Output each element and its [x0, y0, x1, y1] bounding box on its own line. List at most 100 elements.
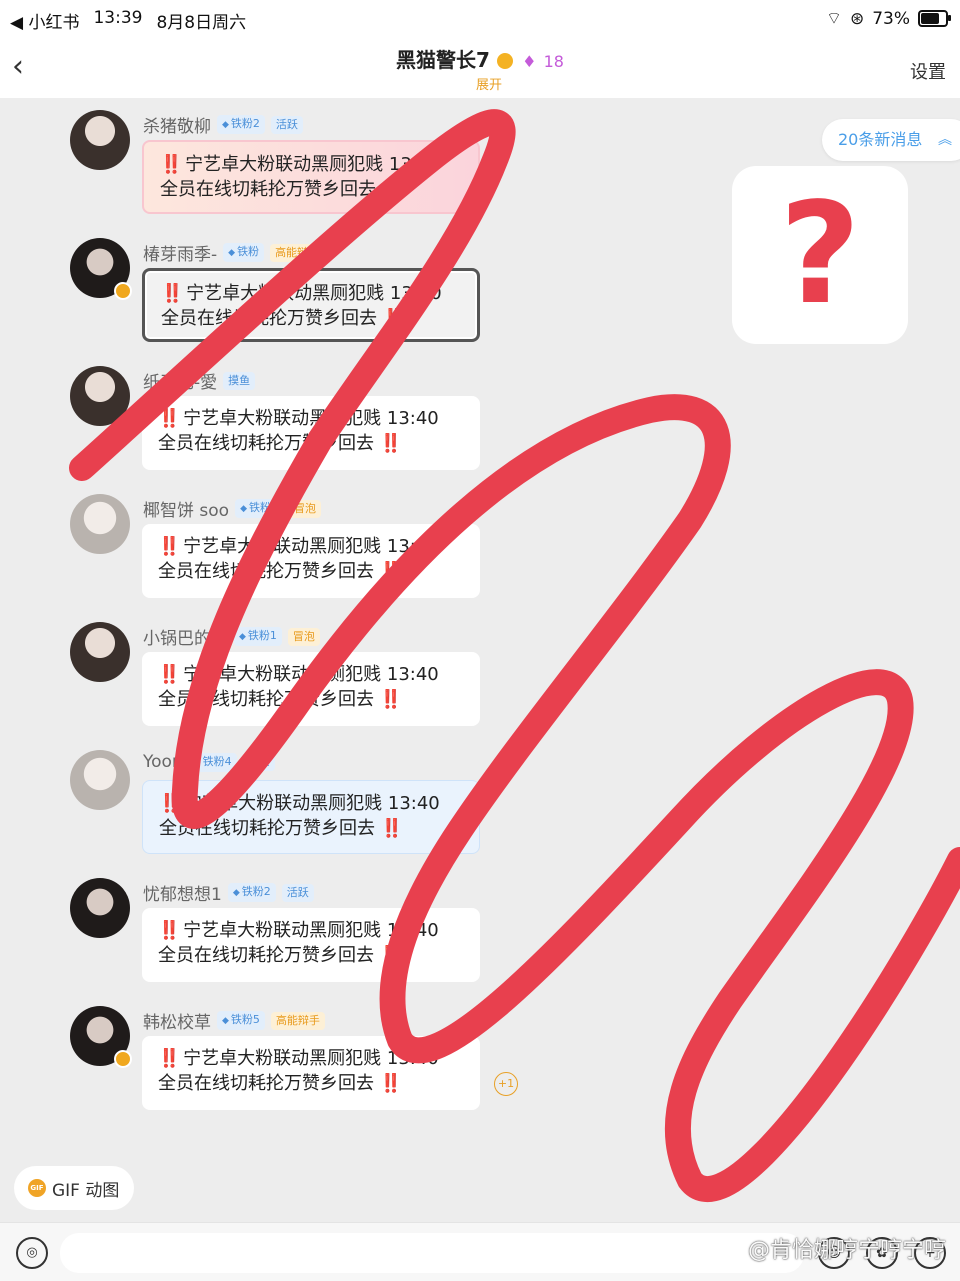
- avatar[interactable]: [70, 622, 130, 682]
- message-row: 纸天见-愛 摸鱼 ‼️ 宁艺卓大粉联动黑厕犯贱 13:40 全员在线切耗抡万赞乡回去 …: [70, 366, 490, 476]
- message-text: 宁艺卓大粉联动黑厕犯贱 13:40: [183, 408, 439, 429]
- sender-info: 椿芽雨季- 铁粉高能辩手: [143, 240, 325, 265]
- message-text: 宁艺卓大粉联动黑厕犯贱 13:40: [186, 283, 442, 304]
- message-bubble[interactable]: ‼️ 宁艺卓大粉联动黑厕犯贱 13:40 全员在线切耗抡万赞乡回去 ‼️: [142, 652, 480, 726]
- message-text: 宁艺卓大粉联动黑厕犯贱 13:40: [185, 154, 441, 175]
- message-text: 宁艺卓大粉联动黑厕犯贱 13:40: [183, 920, 439, 941]
- double-exclamation-icon: ‼️: [379, 689, 402, 710]
- message-text: 宁艺卓大粉联动黑厕犯贱 13:40: [183, 1048, 439, 1069]
- member-tag: 铁粉5: [217, 1011, 265, 1030]
- message-bubble[interactable]: ‼️ 宁艺卓大粉联动黑厕犯贱 13:40 全员在线切耗抡万赞乡回去 ‼️: [142, 908, 480, 982]
- sender-name[interactable]: 杀猪敬柳: [143, 112, 211, 137]
- battery-icon: [918, 10, 951, 27]
- message-text: 全员在线切耗抡万赞乡回去: [161, 308, 377, 329]
- new-messages-button[interactable]: 20条新消息 ︽: [822, 119, 960, 161]
- plus-one-reaction-button[interactable]: +1: [494, 1072, 518, 1096]
- double-exclamation-icon: ‼️: [379, 1073, 402, 1094]
- message-row: 椿芽雨季-铁粉高能辩手‼️ 宁艺卓大粉联动黑厕犯贱 13:40全员在线切耗抡万赞…: [70, 238, 490, 348]
- message-text: 全员在线切耗抡万赞乡回去: [159, 818, 375, 839]
- double-exclamation-icon: ‼️: [159, 793, 181, 814]
- member-tag: 铁粉1: [234, 627, 282, 646]
- group-badge-icon: [497, 53, 514, 69]
- message-text-line: ‼️ 宁艺卓大粉联动黑厕犯贱 13:40: [161, 281, 461, 306]
- message-row: 韩松校草铁粉5高能辩手‼️ 宁艺卓大粉联动黑厕犯贱 13:40全员在线切耗抡万赞…: [70, 1006, 518, 1116]
- avatar[interactable]: [70, 110, 130, 170]
- message-text: 宁艺卓大粉联动黑厕犯贱 13:40: [183, 536, 439, 557]
- message-text-line: ‼️ 宁艺卓大粉联动黑厕犯贱 13:40: [158, 662, 464, 687]
- member-tag: 铁粉: [223, 243, 265, 262]
- sender-name[interactable]: 纸天见-愛: [143, 368, 217, 393]
- voice-icon[interactable]: ◎: [16, 1237, 48, 1269]
- expand-link[interactable]: 展开: [476, 74, 502, 93]
- message-row: Yoon铁粉4摸鱼‼️ 宁艺卓大粉联动黑厕犯贱 13:40全员在线切耗抡万赞乡回…: [70, 750, 490, 860]
- member-count: 18: [543, 52, 564, 71]
- double-exclamation-icon: ‼️: [379, 945, 402, 966]
- double-exclamation-icon: ‼️: [381, 179, 404, 200]
- gif-icon: GIF: [28, 1179, 46, 1197]
- chat-header: ‹ 黑猫警长7 ♦ 18 展开 设置: [0, 38, 960, 98]
- member-tag: 摸鱼: [223, 371, 256, 390]
- sender-name[interactable]: 椰智饼 soo: [143, 496, 229, 521]
- message-text-line: 全员在线切耗抡万赞乡回去 ‼️: [158, 431, 464, 456]
- member-tag: 铁粉2: [217, 115, 265, 134]
- double-exclamation-icon: ‼️: [158, 408, 180, 429]
- avatar[interactable]: [70, 878, 130, 938]
- double-exclamation-icon: ‼️: [158, 1048, 180, 1069]
- back-to-app-link[interactable]: ◀ 小红书: [10, 8, 79, 33]
- double-exclamation-icon: ‼️: [158, 920, 180, 941]
- avatar[interactable]: [70, 494, 130, 554]
- sender-info: Yoon铁粉4 摸鱼: [143, 752, 275, 772]
- message-bubble[interactable]: ‼️ 宁艺卓大粉联动黑厕犯贱 13:40 全员在线切耗抡万赞乡回去 ‼️: [142, 140, 480, 214]
- status-date: 8月8日周六: [156, 13, 247, 33]
- message-text-line: ‼️ 宁艺卓大粉联动黑厕犯贱 13:40: [158, 1046, 464, 1071]
- message-text: 全员在线切耗抡万赞乡回去: [158, 1073, 374, 1094]
- message-input[interactable]: [60, 1233, 804, 1273]
- message-text: 全员在线切耗抡万赞乡回去: [160, 179, 376, 200]
- sender-name[interactable]: Yoon: [143, 752, 183, 772]
- sender-name[interactable]: 小锅巴的围: [143, 624, 228, 649]
- group-title[interactable]: 黑猫警长7: [396, 48, 490, 72]
- member-tag: 高能辩手: [270, 243, 325, 262]
- message-text-line: 全员在线切耗抡万赞乡回去 ‼️: [160, 177, 462, 202]
- sender-info: 椰智饼 soo 铁粉2 冒泡: [143, 496, 321, 521]
- sender-info: 小锅巴的围铁粉1 冒泡: [143, 624, 320, 649]
- member-tag: 摸鱼: [242, 753, 275, 771]
- avatar[interactable]: [70, 366, 130, 426]
- message-row: 小锅巴的围铁粉1冒泡 ‼️ 宁艺卓大粉联动黑厕犯贱 13:40全员在线切耗抡万赞乡…: [70, 622, 490, 732]
- message-text: 宁艺卓大粉联动黑厕犯贱 13:40: [184, 793, 440, 814]
- double-exclamation-icon: ‼️: [380, 818, 403, 839]
- message-text: 全员在线切耗抡万赞乡回去: [158, 689, 374, 710]
- sender-info: 杀猪敬柳铁粉2 活跃: [143, 112, 303, 137]
- message-row: 椰智饼 soo铁粉2冒泡 ‼️ 宁艺卓大粉联动黑厕犯贱 13:40全员在线切耗抡万…: [70, 494, 490, 604]
- sender-name[interactable]: 忧郁想想1: [143, 880, 222, 905]
- gif-button[interactable]: GIF GIF 动图: [14, 1166, 134, 1210]
- message-text-line: ‼️ 宁艺卓大粉联动黑厕犯贱 13:40: [159, 791, 463, 816]
- sender-name[interactable]: 椿芽雨季-: [143, 240, 217, 265]
- message-bubble[interactable]: ‼️ 宁艺卓大粉联动黑厕犯贱 13:40 全员在线切耗抡万赞乡回去 ‼️: [142, 780, 480, 854]
- sender-name[interactable]: 韩松校草: [143, 1008, 211, 1033]
- verified-badge-icon: [114, 282, 132, 300]
- message-text-line: ‼️ 宁艺卓大粉联动黑厕犯贱 13:40: [158, 406, 464, 431]
- chevron-up-icon: ︽: [938, 132, 952, 148]
- message-bubble[interactable]: ‼️ 宁艺卓大粉联动黑厕犯贱 13:40 全员在线切耗抡万赞乡回去 ‼️: [142, 396, 480, 470]
- settings-button[interactable]: 设置: [910, 58, 946, 84]
- sender-info: 忧郁想想1 铁粉2 活跃: [143, 880, 314, 905]
- verified-badge-icon: [114, 1050, 132, 1068]
- orientation-lock-icon: ⊛: [849, 8, 865, 29]
- gif-button-label: GIF 动图: [52, 1180, 120, 1201]
- double-exclamation-icon: ‼️: [382, 308, 405, 329]
- message-text-line: 全员在线切耗抡万赞乡回去 ‼️: [158, 943, 464, 968]
- avatar[interactable]: [70, 750, 130, 810]
- message-bubble[interactable]: ‼️ 宁艺卓大粉联动黑厕犯贱 13:40 全员在线切耗抡万赞乡回去 ‼️: [142, 524, 480, 598]
- double-exclamation-icon: ‼️: [160, 154, 182, 175]
- message-text-line: 全员在线切耗抡万赞乡回去 ‼️: [158, 559, 464, 584]
- member-tag: 高能辩手: [270, 1011, 325, 1030]
- message-text-line: 全员在线切耗抡万赞乡回去 ‼️: [161, 306, 461, 331]
- message-bubble[interactable]: ‼️ 宁艺卓大粉联动黑厕犯贱 13:40 全员在线切耗抡万赞乡回去 ‼️: [142, 1036, 480, 1110]
- double-exclamation-icon: ‼️: [379, 433, 402, 454]
- battery-percent: 73%: [872, 8, 910, 29]
- message-bubble[interactable]: ‼️ 宁艺卓大粉联动黑厕犯贱 13:40 全员在线切耗抡万赞乡回去 ‼️: [142, 268, 480, 342]
- member-tag: 活跃: [270, 115, 303, 134]
- sender-info: 韩松校草铁粉5 高能辩手: [143, 1008, 325, 1033]
- message-text-line: ‼️ 宁艺卓大粉联动黑厕犯贱 13:40: [160, 152, 462, 177]
